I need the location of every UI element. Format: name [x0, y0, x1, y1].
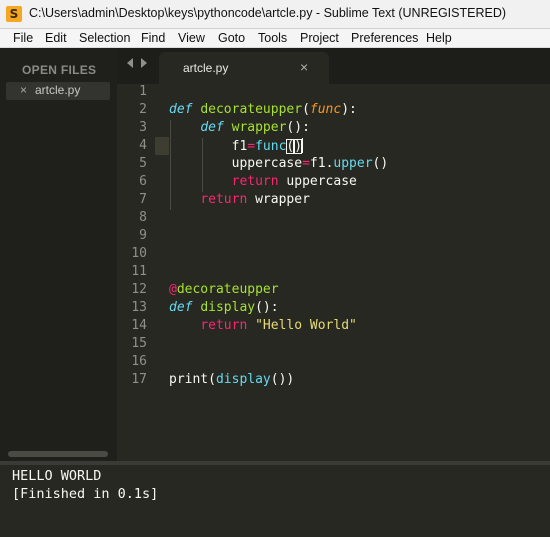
- menu-preferences[interactable]: Preferences: [351, 31, 418, 45]
- parameter: func: [309, 102, 342, 117]
- function-name: display: [200, 300, 256, 315]
- function-call: func: [255, 139, 287, 154]
- menu-file[interactable]: File: [13, 31, 33, 45]
- text-cursor: [302, 138, 304, 153]
- title-bar: S C:\Users\admin\Desktop\keys\pythoncode…: [0, 0, 550, 29]
- sidebar-item-label: artcle.py: [35, 83, 81, 97]
- code-line-13: def display():: [169, 300, 279, 315]
- tab-artcle-py[interactable]: artcle.py ×: [159, 52, 329, 84]
- decorator-at: @: [169, 282, 177, 297]
- function-name: wrapper: [231, 120, 287, 135]
- code-line-2: def decorateupper(func):: [169, 102, 357, 117]
- chevron-right-icon[interactable]: [141, 58, 147, 68]
- line-number: 3: [139, 120, 147, 135]
- code-editor[interactable]: def decorateupper(func): def wrapper(): …: [155, 84, 550, 461]
- code-line-4: f1=func(): [231, 138, 304, 154]
- keyword-return: return: [200, 192, 248, 207]
- operator: =: [247, 139, 256, 154]
- code-line-5: uppercase=f1.upper(): [231, 156, 389, 171]
- close-icon[interactable]: ×: [300, 59, 308, 75]
- line-number: 4: [139, 138, 147, 153]
- sidebar-item-artcle-py[interactable]: × artcle.py: [6, 82, 110, 100]
- decorator-name: decorateupper: [176, 282, 279, 297]
- print-call: print: [169, 372, 209, 387]
- code-line-17: print(display()): [169, 372, 295, 387]
- keyword-def: def: [169, 300, 193, 315]
- matched-paren: ): [294, 139, 303, 154]
- line-number: 13: [131, 300, 147, 315]
- code-line-3: def wrapper():: [200, 120, 310, 135]
- code-line-12: @decorateupper: [169, 282, 279, 297]
- keyword-return: return: [200, 318, 248, 333]
- method-call: upper: [333, 156, 373, 171]
- code-line-7: return wrapper: [200, 192, 310, 207]
- function-call: display: [215, 372, 271, 387]
- output-line: HELLO WORLD: [12, 468, 102, 484]
- tab-bar: artcle.py ×: [117, 48, 550, 84]
- menu-tools[interactable]: Tools: [258, 31, 287, 45]
- line-number: 14: [131, 318, 147, 333]
- menu-bar: File Edit Selection Find View Goto Tools…: [0, 29, 550, 48]
- line-number: 1: [139, 84, 147, 99]
- line-number: 11: [131, 264, 147, 279]
- code-line-14: return "Hello World": [169, 318, 357, 333]
- menu-help[interactable]: Help: [426, 31, 452, 45]
- line-number: 10: [131, 246, 147, 261]
- line-number: 6: [139, 174, 147, 189]
- menu-edit[interactable]: Edit: [45, 31, 67, 45]
- code-line-6: return uppercase: [231, 174, 357, 189]
- open-files-heading: OPEN FILES: [22, 63, 97, 77]
- keyword-def: def: [169, 102, 193, 117]
- sidebar-scrollbar[interactable]: [8, 451, 108, 457]
- line-number: 17: [131, 372, 147, 387]
- keyword-return: return: [231, 174, 279, 189]
- line-number: 5: [139, 156, 147, 171]
- line-number: 7: [139, 192, 147, 207]
- keyword-def: def: [200, 120, 224, 135]
- menu-selection[interactable]: Selection: [79, 31, 130, 45]
- line-number: 9: [139, 228, 147, 243]
- line-number: 16: [131, 354, 147, 369]
- operator: =: [302, 156, 310, 171]
- close-icon[interactable]: ×: [20, 83, 27, 97]
- output-line: [Finished in 0.1s]: [12, 486, 159, 502]
- menu-goto[interactable]: Goto: [218, 31, 245, 45]
- line-number-gutter: 1 2 3 4 5 6 7 8 9 10 11 12 13 14 15 16 1…: [117, 84, 155, 461]
- window-title: C:\Users\admin\Desktop\keys\pythoncode\a…: [29, 6, 507, 20]
- line-number: 2: [139, 102, 147, 117]
- menu-project[interactable]: Project: [300, 31, 339, 45]
- line-number: 15: [131, 336, 147, 351]
- line-number: 12: [131, 282, 147, 297]
- function-name: decorateupper: [200, 102, 303, 117]
- build-output-panel: HELLO WORLD [Finished in 0.1s]: [0, 465, 550, 537]
- line-number: 8: [139, 210, 147, 225]
- tab-label: artcle.py: [183, 61, 229, 75]
- menu-view[interactable]: View: [178, 31, 205, 45]
- chevron-left-icon[interactable]: [127, 58, 133, 68]
- sublime-text-icon: S: [6, 6, 22, 22]
- menu-find[interactable]: Find: [141, 31, 165, 45]
- sidebar: OPEN FILES × artcle.py: [0, 48, 117, 461]
- string-literal: "Hello World": [255, 318, 357, 333]
